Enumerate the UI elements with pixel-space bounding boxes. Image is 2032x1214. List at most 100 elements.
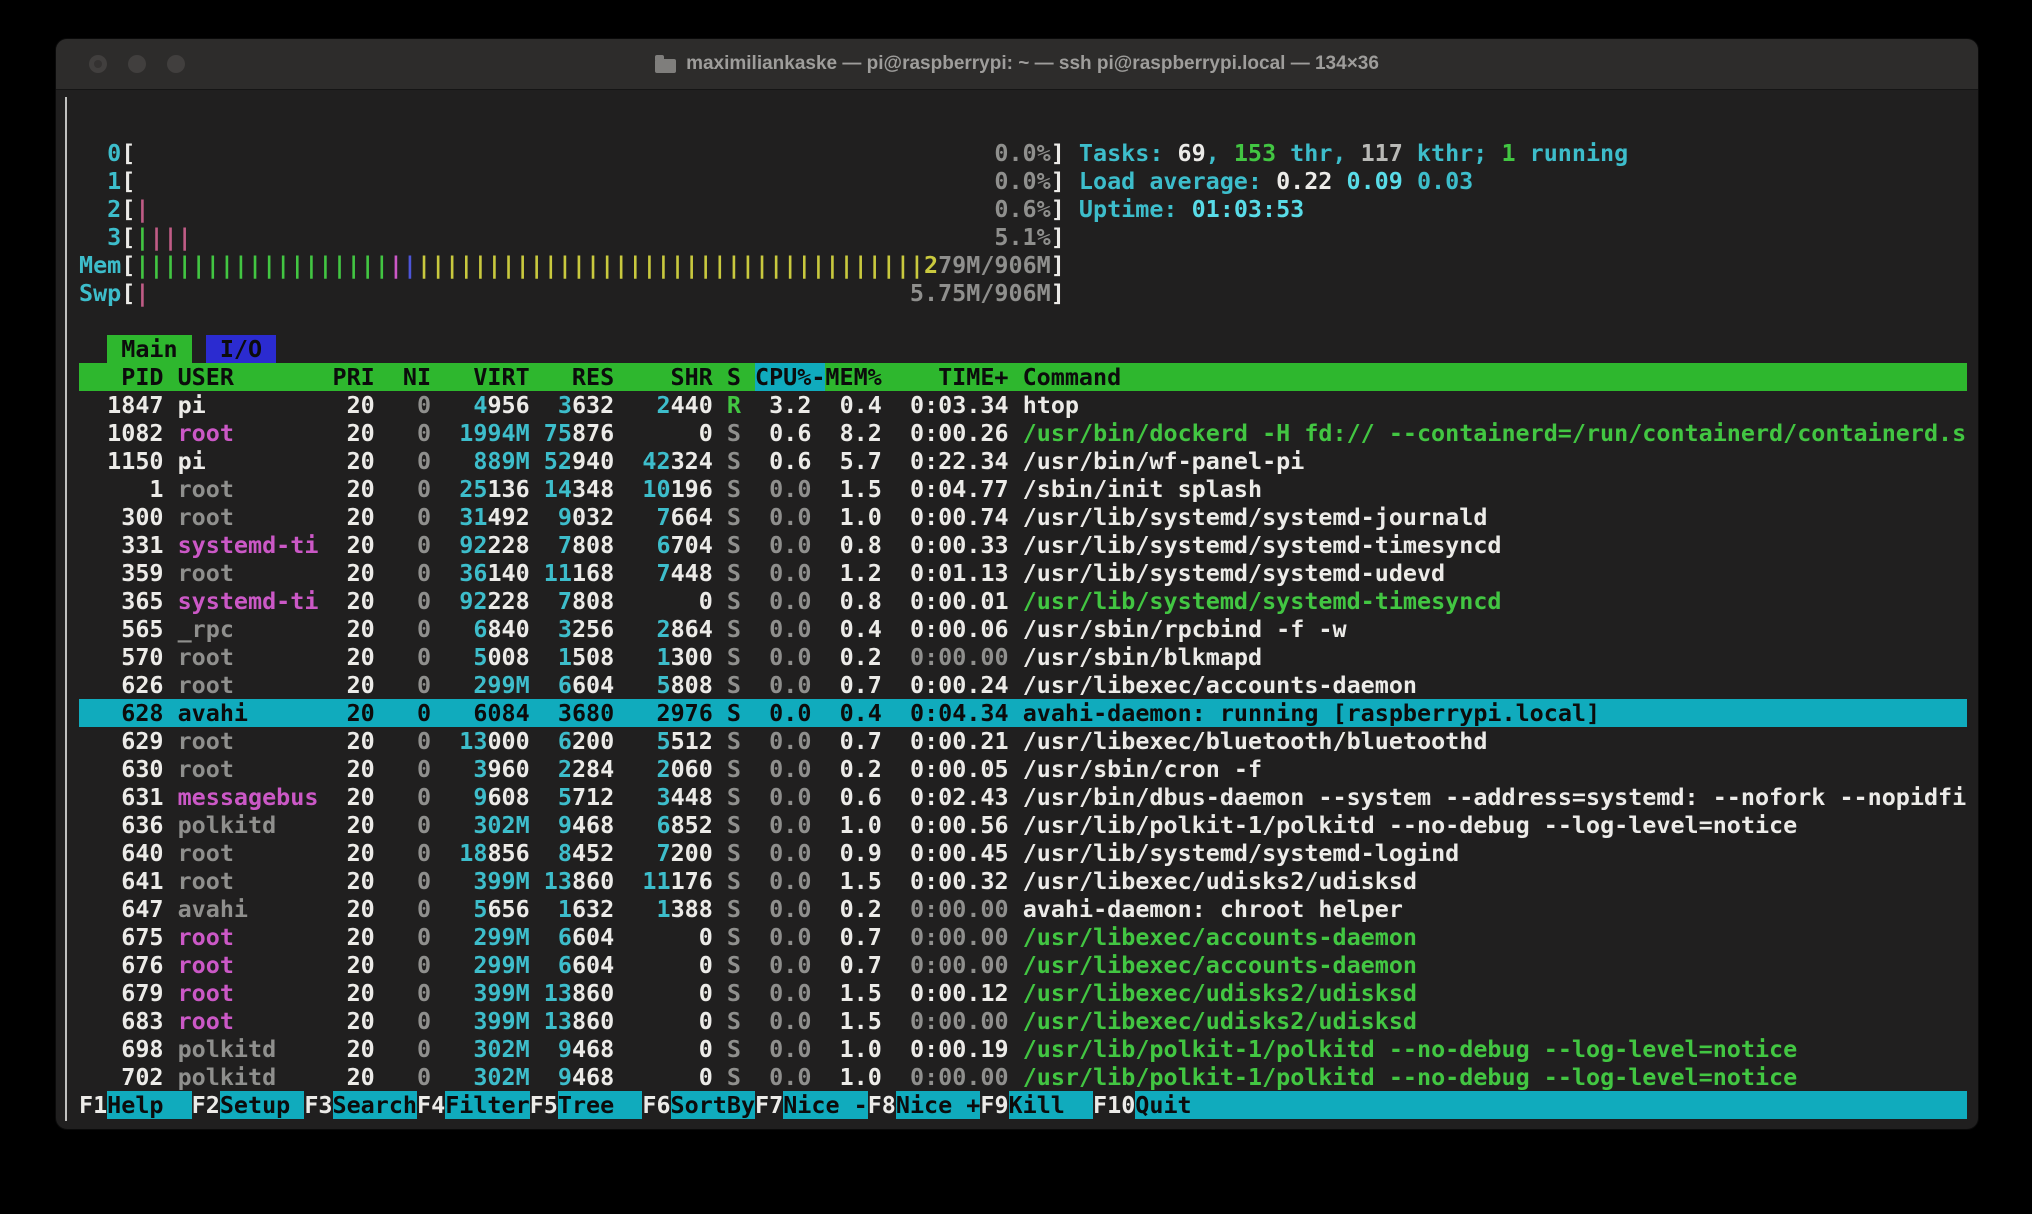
- zoom-button[interactable]: [167, 55, 185, 73]
- process-row-676[interactable]: 676 root 20 0 299M 6604 0 S 0.0 0.7 0:00…: [79, 951, 1967, 979]
- res-cell: 5: [558, 783, 572, 811]
- process-row-628[interactable]: 628 avahi 20 0 6084 3680 2976 S 0.0 0.4 …: [79, 699, 1967, 727]
- column-header-virt[interactable]: VIRT: [445, 363, 544, 391]
- fkey-f10-quit[interactable]: F10Quit: [1093, 1091, 1220, 1119]
- command-cell: avahi-daemon: chroot helper: [1023, 895, 1403, 923]
- res-cell: 632: [572, 391, 614, 419]
- column-header-pri[interactable]: PRI: [332, 363, 388, 391]
- res-cell: 468: [572, 1035, 614, 1063]
- minimize-button[interactable]: [128, 55, 146, 73]
- virt-cell: 13: [459, 727, 487, 755]
- fkey-f4-filter[interactable]: F4Filter: [417, 1091, 530, 1119]
- process-row-1082[interactable]: 1082 root 20 0 1994M 75876 0 S 0.6 8.2 0…: [79, 419, 1967, 447]
- ni-cell: 0: [389, 447, 445, 475]
- shr-cell: 200: [671, 839, 713, 867]
- column-header-shr[interactable]: SHR: [628, 363, 727, 391]
- virt-cell-sep: [530, 587, 544, 615]
- process-row-565[interactable]: 565 _rpc 20 0 6840 3256 2864 S 0.0 0.4 0…: [79, 615, 1967, 643]
- res-cell: 13: [544, 867, 572, 895]
- virt-cell: 299M: [473, 951, 529, 979]
- process-row-636[interactable]: 636 polkitd 20 0 302M 9468 6852 S 0.0 1.…: [79, 811, 1967, 839]
- process-row-1[interactable]: 1 root 20 0 25136 14348 10196 S 0.0 1.5 …: [79, 475, 1967, 503]
- fkey-f3-search[interactable]: F3Search: [304, 1091, 417, 1119]
- column-header-res[interactable]: RES: [544, 363, 629, 391]
- state-cell: S: [727, 615, 755, 643]
- process-row-640[interactable]: 640 root 20 0 18856 8452 7200 S 0.0 0.9 …: [79, 839, 1967, 867]
- virt-cell: 140: [487, 559, 529, 587]
- fkey-number: F7: [755, 1091, 783, 1119]
- mem-cell: 0.2: [826, 643, 896, 671]
- column-header-cpu-sorted[interactable]: CPU%-: [755, 363, 825, 391]
- virt-cell: 399M: [473, 867, 529, 895]
- cpu-meter-0: 0[ 0.0%] Tasks: 69, 153 thr, 117 kthr; 1…: [79, 139, 1967, 167]
- blank-line: [79, 307, 1967, 335]
- tab-main[interactable]: Main: [107, 335, 192, 363]
- shr-cell-pad: [628, 1007, 698, 1035]
- column-header-ni[interactable]: NI: [389, 363, 445, 391]
- fkey-f5-tree[interactable]: F5Tree: [530, 1091, 643, 1119]
- ni-cell: 0: [389, 811, 445, 839]
- summary-text: 117: [1361, 139, 1403, 167]
- fkey-bar-fill: [1220, 1091, 1966, 1119]
- process-row-647[interactable]: 647 avahi 20 0 5656 1632 1388 S 0.0 0.2 …: [79, 895, 1967, 923]
- process-row-359[interactable]: 359 root 20 0 36140 11168 7448 S 0.0 1.2…: [79, 559, 1967, 587]
- mem-cell: 0.2: [826, 755, 896, 783]
- fkey-f8-nice-[interactable]: F8Nice +: [868, 1091, 981, 1119]
- cpu-cell: 0.0: [755, 643, 825, 671]
- process-row-331[interactable]: 331 systemd-ti 20 0 92228 7808 6704 S 0.…: [79, 531, 1967, 559]
- process-row-629[interactable]: 629 root 20 0 13000 6200 5512 S 0.0 0.7 …: [79, 727, 1967, 755]
- process-row-1847[interactable]: 1847 pi 20 0 4956 3632 2440 R 3.2 0.4 0:…: [79, 391, 1967, 419]
- process-row-631[interactable]: 631 messagebus 20 0 9608 5712 3448 S 0.0…: [79, 783, 1967, 811]
- fkey-f1-help[interactable]: F1Help: [79, 1091, 192, 1119]
- state-cell: S: [727, 699, 755, 727]
- process-row-698[interactable]: 698 polkitd 20 0 302M 9468 0 S 0.0 1.0 0…: [79, 1035, 1967, 1063]
- command-cell: /usr/sbin/rpcbind -f -w: [1023, 615, 1347, 643]
- shr-cell-sep: [713, 475, 727, 503]
- fkey-f9-kill[interactable]: F9Kill: [980, 1091, 1093, 1119]
- process-row-683[interactable]: 683 root 20 0 399M 13860 0 S 0.0 1.5 0:0…: [79, 1007, 1967, 1035]
- shr-cell: 704: [671, 531, 713, 559]
- process-row-1150[interactable]: 1150 pi 20 0 889M 52940 42324 S 0.6 5.7 …: [79, 447, 1967, 475]
- res-cell: 3680: [558, 699, 614, 727]
- summary-text: thr: [1276, 139, 1332, 167]
- virt-cell: 302M: [473, 811, 529, 839]
- shr-cell: 0: [699, 1007, 713, 1035]
- column-header-state[interactable]: S: [727, 363, 755, 391]
- process-row-630[interactable]: 630 root 20 0 3960 2284 2060 S 0.0 0.2 0…: [79, 755, 1967, 783]
- virt-cell: 9: [473, 783, 487, 811]
- process-row-641[interactable]: 641 root 20 0 399M 13860 11176 S 0.0 1.5…: [79, 867, 1967, 895]
- virt-cell-sep: [530, 475, 544, 503]
- state-cell: S: [727, 643, 755, 671]
- shr-cell: 664: [671, 503, 713, 531]
- virt-cell: 92: [459, 531, 487, 559]
- process-row-365[interactable]: 365 systemd-ti 20 0 92228 7808 0 S 0.0 0…: [79, 587, 1967, 615]
- shr-cell-pad: [628, 531, 656, 559]
- process-row-675[interactable]: 675 root 20 0 299M 6604 0 S 0.0 0.7 0:00…: [79, 923, 1967, 951]
- fkey-f6-sortby[interactable]: F6SortBy: [642, 1091, 755, 1119]
- fkey-f7-nice-[interactable]: F7Nice -: [755, 1091, 868, 1119]
- cpu-cell: 0.0: [755, 1035, 825, 1063]
- state-cell: S: [727, 531, 755, 559]
- process-row-702[interactable]: 702 polkitd 20 0 302M 9468 0 S 0.0 1.0 0…: [79, 1063, 1967, 1091]
- pri-cell: 20: [332, 783, 388, 811]
- column-header-mem[interactable]: MEM%: [825, 363, 895, 391]
- column-header-time[interactable]: TIME+: [896, 363, 1023, 391]
- res-cell-sep: [614, 895, 628, 923]
- column-header-command[interactable]: Command: [1023, 363, 1122, 391]
- column-header-pid[interactable]: PID: [79, 363, 178, 391]
- process-row-570[interactable]: 570 root 20 0 5008 1508 1300 S 0.0 0.2 0…: [79, 643, 1967, 671]
- process-row-679[interactable]: 679 root 20 0 399M 13860 0 S 0.0 1.5 0:0…: [79, 979, 1967, 1007]
- process-row-300[interactable]: 300 root 20 0 31492 9032 7664 S 0.0 1.0 …: [79, 503, 1967, 531]
- shr-cell-sep: [713, 1035, 727, 1063]
- tab-io[interactable]: I/O: [206, 335, 276, 363]
- column-header-user[interactable]: USER: [178, 363, 333, 391]
- cpu-meter-3: 3[|||| 5.1%]: [79, 223, 1967, 251]
- res-cell: 6: [558, 951, 572, 979]
- fkey-f2-setup[interactable]: F2Setup: [192, 1091, 305, 1119]
- window-titlebar[interactable]: maximiliankaske — pi@raspberrypi: ~ — ss…: [56, 39, 1978, 90]
- virt-cell: 008: [487, 643, 529, 671]
- shr-cell-sep: [713, 895, 727, 923]
- process-row-626[interactable]: 626 root 20 0 299M 6604 5808 S 0.0 0.7 0…: [79, 671, 1967, 699]
- close-button[interactable]: [89, 55, 107, 73]
- cpu-cell: 0.0: [755, 699, 825, 727]
